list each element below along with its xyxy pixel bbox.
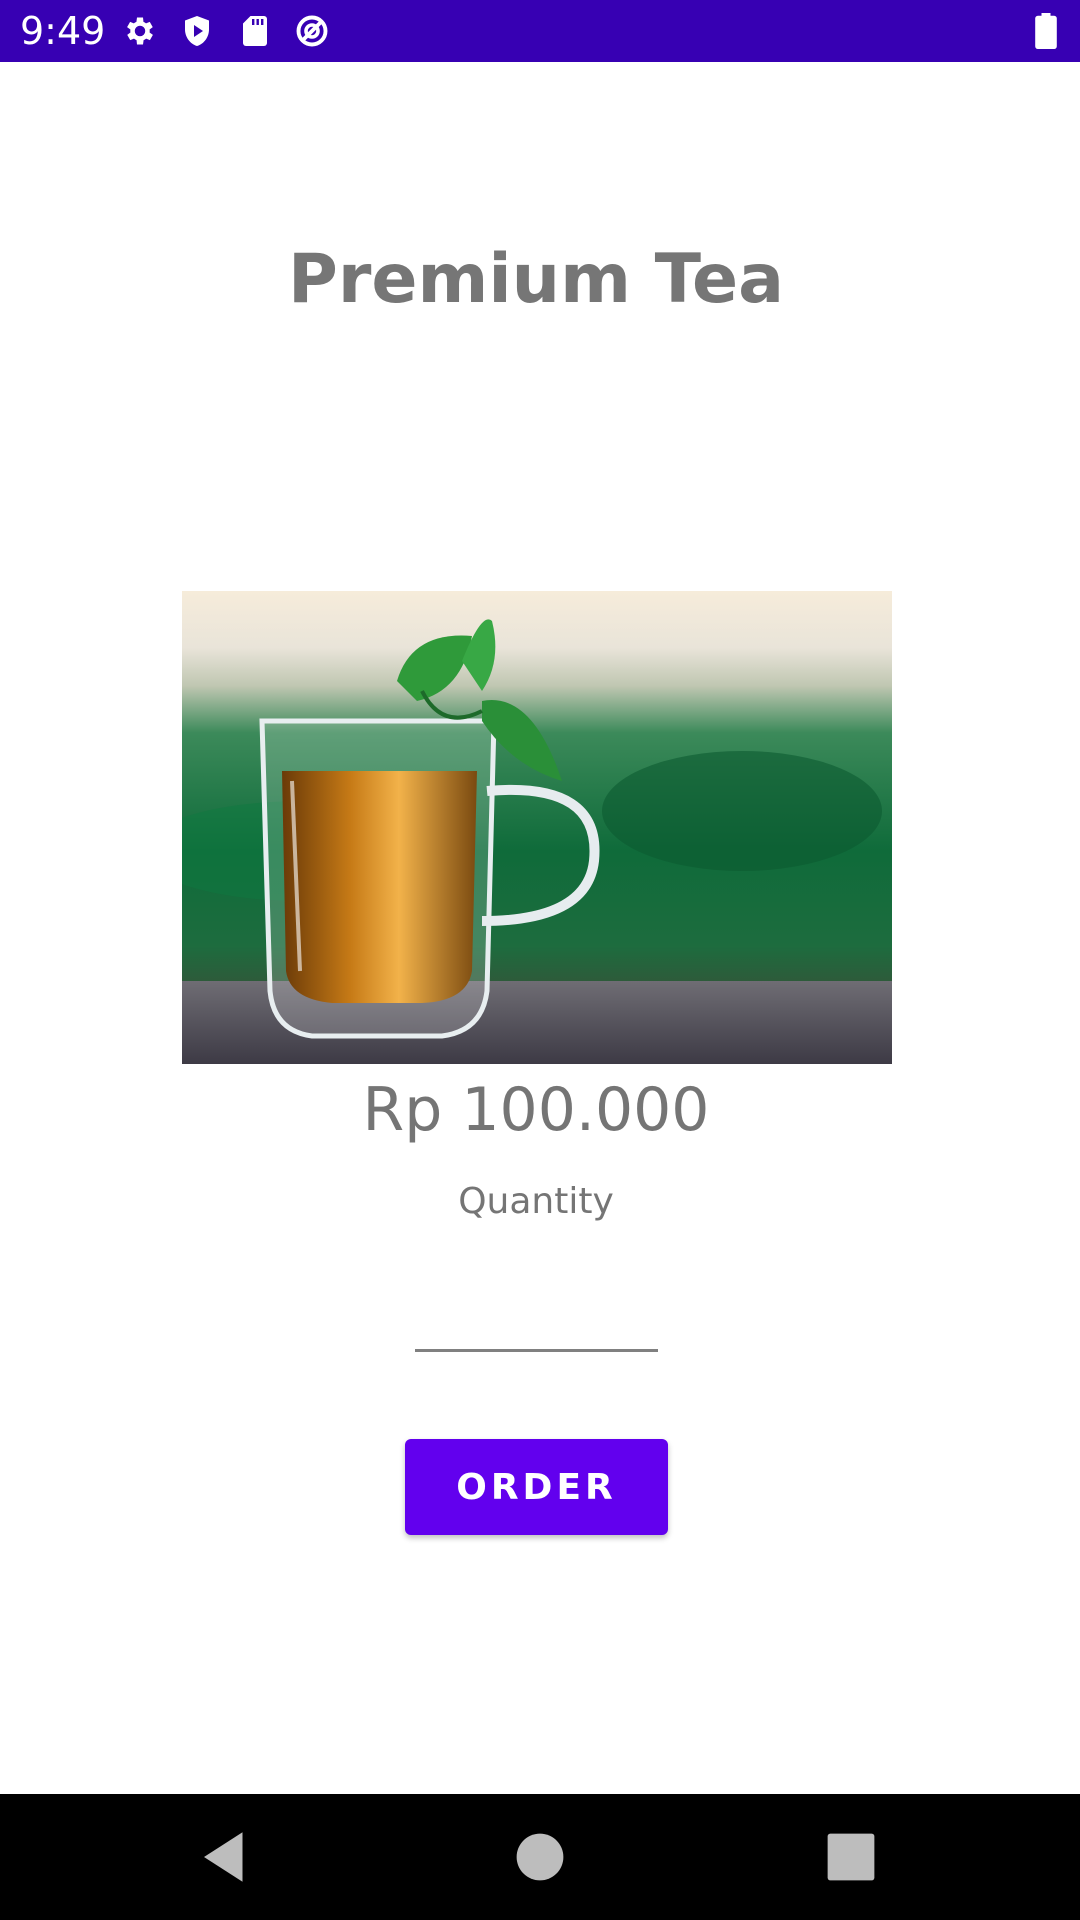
battery-icon — [1035, 13, 1057, 49]
back-icon[interactable] — [193, 1824, 259, 1890]
recents-icon[interactable] — [818, 1824, 884, 1890]
order-button[interactable]: ORDER — [405, 1439, 668, 1535]
home-icon[interactable] — [507, 1824, 573, 1890]
settings-icon — [127, 17, 153, 45]
product-price: Rp 100.000 — [362, 1075, 710, 1145]
status-bar: 9:49 — [0, 0, 1080, 62]
tea-mug-photo — [182, 591, 892, 1064]
product-image — [182, 591, 892, 1064]
status-time: 9:49 — [20, 9, 106, 53]
product-title: Premium Tea — [288, 240, 784, 319]
sd-card-icon — [243, 16, 267, 46]
quantity-label: Quantity — [458, 1181, 614, 1222]
quantity-input[interactable] — [415, 1292, 658, 1352]
no-disturb-icon — [296, 15, 328, 47]
shield-play-icon — [185, 16, 209, 46]
navigation-bar — [0, 1794, 1080, 1920]
